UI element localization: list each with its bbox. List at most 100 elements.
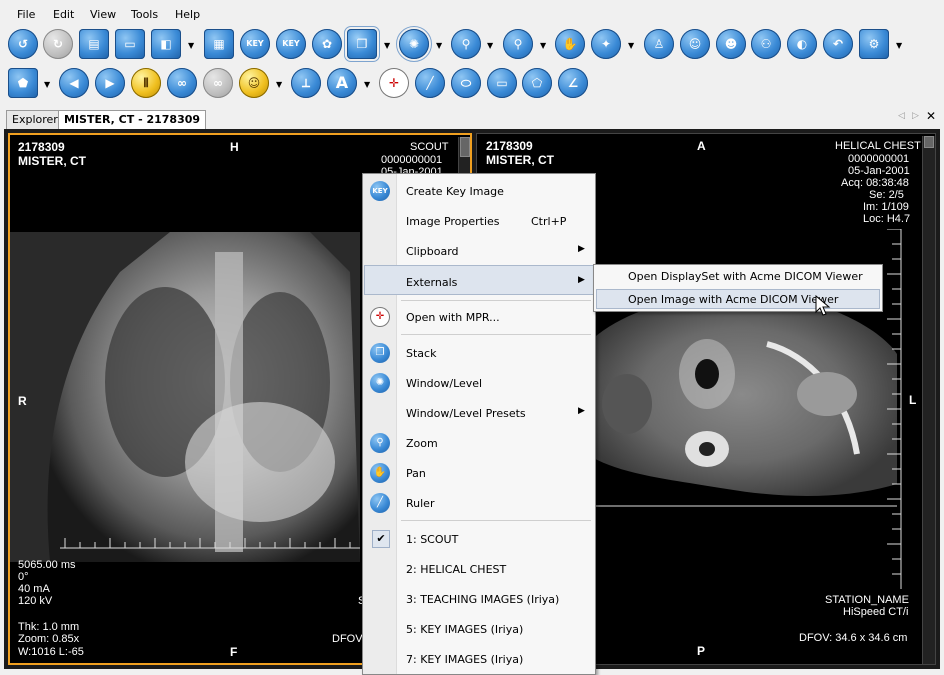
menu-item-label: Image Properties [406, 215, 500, 228]
key-icon[interactable]: KEY [240, 29, 270, 59]
zoom-icon[interactable]: ⚲ [451, 29, 481, 59]
wl-dropdown-icon[interactable]: ▼ [436, 41, 442, 50]
menu-file[interactable]: File [17, 8, 35, 21]
users-icon[interactable]: ☻ [716, 29, 746, 59]
tab-scroll-left-icon[interactable]: ◁ [898, 111, 905, 121]
zoom-dropdown-icon[interactable]: ▼ [487, 41, 493, 50]
polygon-roi-icon[interactable]: ⬠ [522, 68, 552, 98]
viewport-right-scrollbar[interactable] [922, 136, 935, 664]
image-number: Im: 1/109 [863, 201, 909, 213]
tab-scroll-right-icon[interactable]: ▷ [912, 111, 919, 121]
contrast-icon[interactable]: ◐ [787, 29, 817, 59]
menu-separator [401, 300, 591, 301]
menu-item-ruler[interactable]: ╱ Ruler [364, 488, 594, 516]
menu-item-open-mpr[interactable]: ✛ Open with MPR... [364, 302, 594, 330]
menu-item-series-1[interactable]: ✔ 1: SCOUT [364, 524, 594, 552]
right-ruler [887, 229, 902, 589]
link-icon[interactable]: ∞ [167, 68, 197, 98]
faces-icon[interactable]: ☺ [680, 29, 710, 59]
settings-dropdown-icon[interactable]: ▼ [896, 41, 902, 50]
smile-icon[interactable]: ☺ [239, 68, 269, 98]
menu-item-window-level-presets[interactable]: Window/Level Presets ▶ [364, 398, 594, 426]
roi-dropdown-icon[interactable]: ▼ [628, 41, 634, 50]
patient-icon[interactable]: ♙ [644, 29, 674, 59]
menu-item-label: 3: TEACHING IMAGES (Iriya) [406, 593, 560, 606]
people-icon[interactable]: ⚇ [751, 29, 781, 59]
accession-number: 0000000001 [381, 154, 443, 166]
mouse-cursor-icon [815, 295, 831, 316]
study-date: 05-Jan-2001 [848, 165, 910, 177]
tab-close-icon[interactable]: ✕ [926, 109, 936, 123]
menu-item-window-level[interactable]: ✺ Window/Level [364, 368, 594, 396]
orientation-top: A [697, 139, 706, 153]
externals-submenu: Open DisplaySet with Acme DICOM Viewer O… [593, 264, 883, 312]
toolbar-row-2: ⬟ ▼ ◀ ▶ ⫴ ∞ ∞ ☺ ▼ ⟂ A ▼ ✛ ╱ ⬭ ▭ ⬠ ∠ [0, 68, 944, 106]
menu-help[interactable]: Help [175, 8, 200, 21]
sync-icon[interactable]: ∞ [203, 68, 233, 98]
settings-icon[interactable]: ⚙ [859, 29, 889, 59]
menu-item-stack[interactable]: ❐ Stack [364, 338, 594, 366]
menu-item-externals[interactable]: Externals ▶ [364, 265, 594, 295]
tile-dropdown-icon[interactable]: ▼ [188, 41, 194, 50]
clipboard-icon[interactable]: ▤ [79, 29, 109, 59]
mpr-icon[interactable]: ✛ [379, 68, 409, 98]
angle-value: 0° [18, 571, 29, 583]
next-icon[interactable]: ▶ [95, 68, 125, 98]
smile-dropdown-icon[interactable]: ▼ [276, 80, 282, 89]
pan-icon[interactable]: ✋ [555, 29, 585, 59]
tab-study[interactable]: MISTER, CT - 2178309 [58, 110, 207, 130]
menu-item-image-properties[interactable]: Image Properties Ctrl+P [364, 206, 594, 234]
patient-id: 2178309 [486, 139, 533, 153]
orientation-bottom: F [230, 645, 238, 659]
film-icon[interactable]: ✿ [312, 29, 342, 59]
polygon-dropdown-icon[interactable]: ▼ [44, 80, 50, 89]
tab-explorer[interactable]: Explorer [6, 110, 64, 129]
menu-item-label: Create Key Image [406, 185, 504, 198]
cine-icon[interactable]: ⫴ [131, 68, 161, 98]
probe-dropdown-icon[interactable]: ▼ [540, 41, 546, 50]
ruler-icon: ╱ [370, 493, 390, 513]
scroll-thumb[interactable] [924, 136, 934, 148]
previous-icon[interactable]: ◀ [59, 68, 89, 98]
menu-item-zoom[interactable]: ⚲ Zoom [364, 428, 594, 456]
key-image-icon[interactable]: ▦ [204, 29, 234, 59]
menu-edit[interactable]: Edit [53, 8, 74, 21]
menu-item-create-key-image[interactable]: KEY Create Key Image [364, 176, 594, 204]
menu-item-series-3[interactable]: 3: TEACHING IMAGES (Iriya) [364, 584, 594, 612]
stack-icon[interactable]: ❐ [344, 26, 380, 62]
menu-item-series-5[interactable]: 5: KEY IMAGES (Iriya) [364, 614, 594, 642]
menu-item-pan[interactable]: ✋ Pan [364, 458, 594, 486]
tube-voltage: 120 kV [18, 595, 53, 607]
reset-icon[interactable]: ↺ [8, 29, 38, 59]
stack-dropdown-icon[interactable]: ▼ [384, 41, 390, 50]
submenu-item-open-image[interactable]: Open Image with Acme DICOM Viewer [596, 289, 880, 309]
submenu-item-open-displayset[interactable]: Open DisplaySet with Acme DICOM Viewer [596, 267, 880, 287]
tile-icon[interactable]: ◧ [151, 29, 181, 59]
redo-icon[interactable]: ↻ [43, 29, 73, 59]
protractor-icon[interactable]: ∠ [558, 68, 588, 98]
window-level-icon[interactable]: ✺ [396, 26, 432, 62]
menu-view[interactable]: View [90, 8, 116, 21]
angle-icon[interactable]: ⟂ [291, 68, 321, 98]
polygon-icon[interactable]: ⬟ [8, 68, 38, 98]
menu-item-clipboard[interactable]: Clipboard ▶ [364, 236, 594, 264]
text-dropdown-icon[interactable]: ▼ [364, 80, 370, 89]
menu-tools[interactable]: Tools [131, 8, 158, 21]
roi-icon[interactable]: ✦ [591, 29, 621, 59]
undo-icon[interactable]: ↶ [823, 29, 853, 59]
key-disk-icon[interactable]: KEY [276, 29, 306, 59]
zoom-icon: ⚲ [370, 433, 390, 453]
line-icon[interactable]: ╱ [415, 68, 445, 98]
scroll-thumb[interactable] [460, 137, 470, 157]
patient-id: 2178309 [18, 140, 65, 154]
menu-item-series-7[interactable]: 7: KEY IMAGES (Iriya) [364, 644, 594, 672]
tab-bar: Explorer MISTER, CT - 2178309 ◁ ▷ ✕ [4, 108, 940, 130]
toolbar-row-1: ↺ ↻ ▤ ▭ ◧ ▼ ▦ KEY KEY ✿ ❐ ▼ ✺ ▼ ⚲ ▼ ⚲ ▼ … [0, 26, 944, 67]
menu-item-series-2[interactable]: 2: HELICAL CHEST [364, 554, 594, 582]
ellipse-icon[interactable]: ⬭ [451, 68, 481, 98]
layout-icon[interactable]: ▭ [115, 29, 145, 59]
probe-icon[interactable]: ⚲ [503, 29, 533, 59]
text-icon[interactable]: A [327, 68, 357, 98]
rectangle-icon[interactable]: ▭ [487, 68, 517, 98]
series-number: Se: 2/5 [869, 189, 904, 201]
